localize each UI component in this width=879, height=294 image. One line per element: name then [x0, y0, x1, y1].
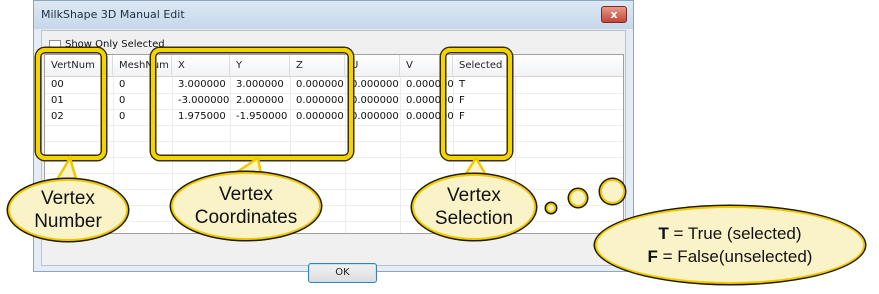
- table-cell[interactable]: 0.000000: [345, 77, 400, 93]
- legend-true-text: = True (selected): [668, 224, 802, 243]
- legend-false-line: F = False(unselected): [648, 245, 813, 268]
- callout-line: Vertex: [447, 185, 501, 206]
- grid-line: [45, 173, 623, 174]
- vertnum-highlight-frame: [36, 48, 106, 160]
- coordinates-highlight-frame: [151, 48, 353, 160]
- window-title: MilkShape 3D Manual Edit: [41, 8, 185, 21]
- selected-highlight-frame: [441, 48, 512, 160]
- thought-dot: [600, 179, 625, 204]
- table-cell[interactable]: 0.000000: [345, 109, 400, 125]
- thought-dot: [546, 203, 556, 213]
- vertex-coordinates-callout: Vertex Coordinates: [171, 172, 321, 240]
- thought-dot: [569, 189, 587, 207]
- vertex-selection-callout: Vertex Selection: [412, 174, 536, 240]
- grid-line: [45, 221, 623, 222]
- table-cell[interactable]: 0.000000: [345, 93, 400, 109]
- close-button[interactable]: x: [601, 6, 627, 23]
- grid-line: [45, 205, 623, 206]
- col-header-u[interactable]: U: [345, 55, 400, 76]
- grid-line: [45, 189, 623, 190]
- callout-line: Vertex: [219, 184, 273, 205]
- legend-false-key: F: [647, 247, 658, 266]
- callout-line: Coordinates: [194, 207, 298, 228]
- ok-button[interactable]: OK: [308, 263, 377, 283]
- legend-true-line: T = True (selected): [648, 222, 813, 245]
- callout-line: Vertex: [41, 188, 95, 209]
- title-bar[interactable]: MilkShape 3D Manual Edit x: [34, 1, 633, 29]
- legend-callout: T = True (selected) F = False(unselected…: [595, 206, 865, 284]
- callout-line: Number: [34, 211, 102, 232]
- legend-true-key: T: [658, 224, 669, 243]
- legend-false-text: = False(unselected): [657, 247, 813, 266]
- callout-line: Selection: [434, 208, 514, 229]
- vertex-number-callout: Vertex Number: [8, 179, 128, 241]
